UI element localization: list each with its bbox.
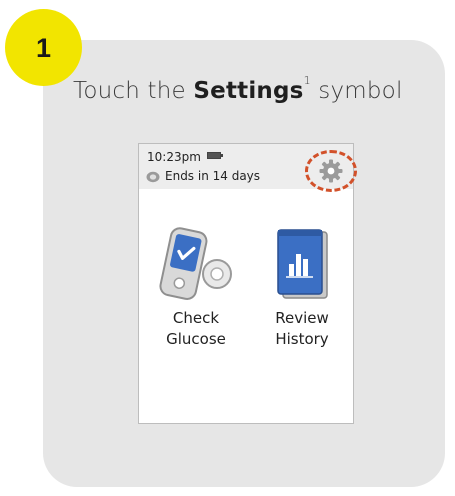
- tile-label-line1: Review: [275, 309, 329, 327]
- tile-label-line2: Glucose: [166, 330, 226, 348]
- meter-with-sensor-icon: [159, 227, 232, 300]
- instruction-footnote: 1: [303, 74, 311, 87]
- logbook-chart-icon: [277, 229, 328, 299]
- check-glucose-button[interactable]: Check Glucose: [151, 226, 241, 350]
- instruction-text: Touch the Settings1 symbol: [73, 74, 433, 104]
- step-badge: 1: [5, 9, 82, 86]
- instruction-prefix: Touch the: [73, 78, 194, 104]
- review-history-button[interactable]: Review History: [257, 226, 347, 350]
- battery-icon: [207, 152, 223, 159]
- sensor-status: Ends in 14 days: [165, 169, 261, 183]
- sensor-icon: [146, 171, 160, 183]
- instruction-bold: Settings: [193, 78, 304, 104]
- status-time: 10:23pm: [147, 150, 201, 164]
- tile-label-line2: History: [275, 330, 329, 348]
- device-screen: 10:23pm Ends in 14 days Check Glucose Re…: [138, 143, 357, 424]
- gear-icon: [319, 159, 343, 183]
- tile-label-line1: Check: [172, 309, 220, 327]
- settings-button[interactable]: [303, 150, 357, 192]
- instruction-suffix: symbol: [310, 78, 403, 104]
- step-number: 1: [35, 33, 52, 63]
